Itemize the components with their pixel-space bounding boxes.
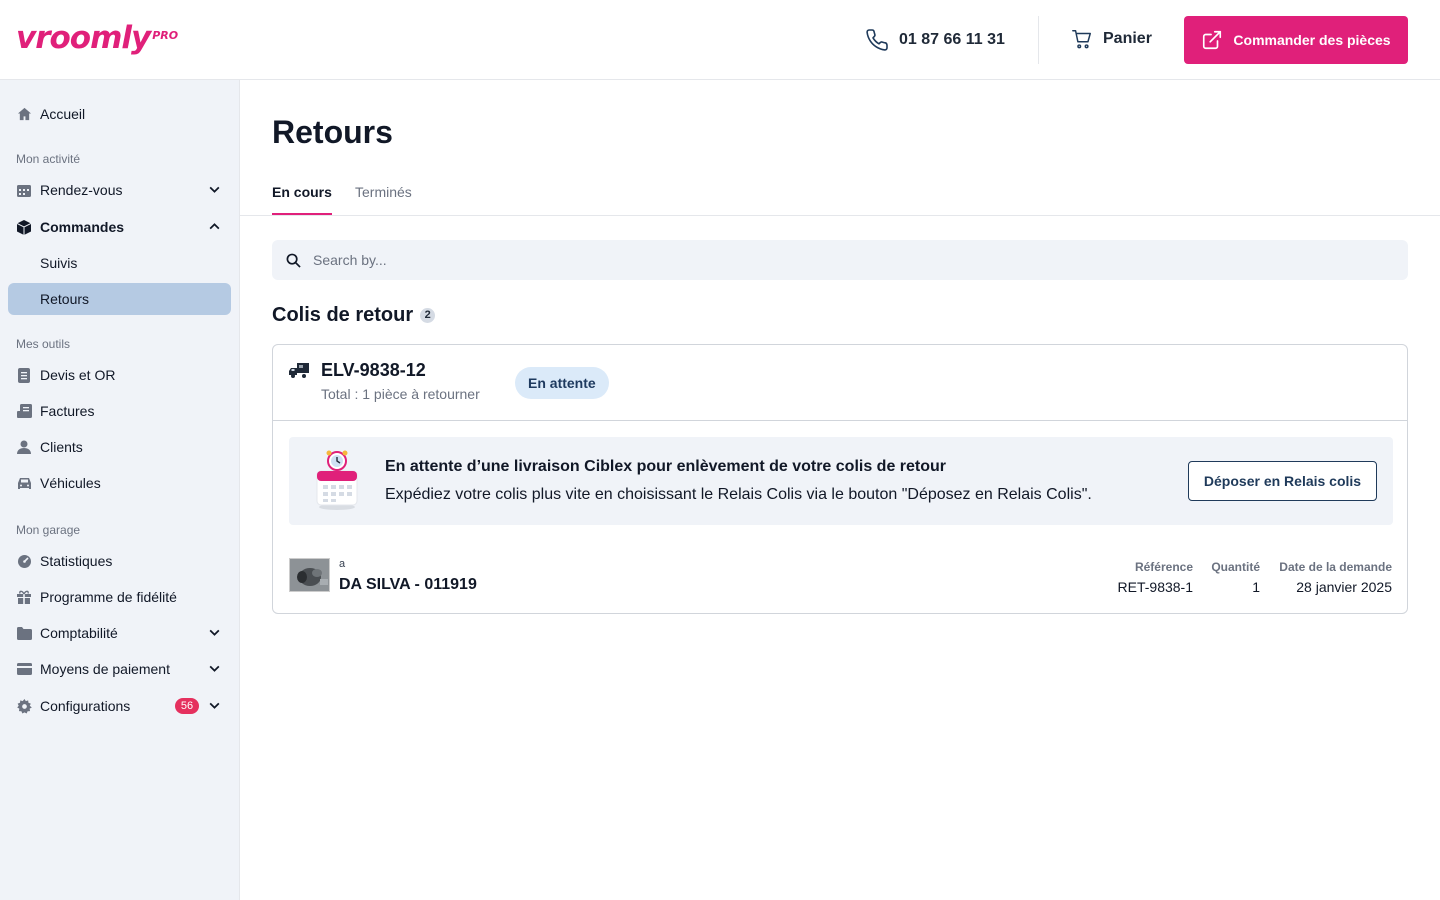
section-label-tools: Mes outils [16,337,71,351]
search-input[interactable] [313,252,1313,268]
request-date-value: 28 janvier 2025 [1296,579,1392,595]
order-parts-label: Commander des pièces [1233,32,1391,48]
document-icon [16,367,32,383]
sidebar-item-label: Retours [40,291,90,307]
quantity-column: Quantité 1 [1203,560,1260,595]
cart-label: Panier [1103,30,1152,47]
page-title: Retours [272,114,393,150]
sidebar-item-appointments[interactable]: Rendez-vous [8,174,231,206]
gauge-icon [16,553,32,569]
tabs-divider [240,215,1440,216]
sidebar-item-label: Accueil [40,106,86,122]
tab-finished[interactable]: Terminés [355,184,412,200]
pickup-info-title: En attente d’une livraison Ciblex pour e… [385,458,947,475]
sidebar-item-label: Rendez-vous [40,182,123,198]
status-badge: En attente [515,367,609,399]
calendar-icon [16,182,32,198]
gift-icon [16,589,32,605]
invoice-icon [16,403,32,419]
chevron-down-icon [208,699,221,715]
sidebar: Accueil Mon activité Rendez-vous Command… [0,80,240,900]
sidebar-item-label: Commandes [40,219,125,235]
sidebar-item-label: Statistiques [40,553,113,569]
returns-section-title: Colis de retour 2 [272,304,436,327]
sidebar-item-clients[interactable]: Clients [8,431,231,463]
sidebar-item-returns[interactable]: Retours [8,283,231,315]
sidebar-item-quotes[interactable]: Devis et OR [8,359,231,391]
top-header: vroomly PRO 01 87 66 11 31 Panier Comman… [0,0,1440,80]
sidebar-item-label: Moyens de paiement [40,661,170,677]
calendar-clock-icon [313,449,361,518]
request-date-column: Date de la demande 28 janvier 2025 [1269,560,1392,595]
cart-icon [1072,30,1091,49]
home-icon [16,106,32,122]
part-thumbnail [289,558,330,592]
sidebar-item-label: Devis et OR [40,367,116,383]
sidebar-item-label: Comptabilité [40,625,118,641]
parcel-id: ELV-9838-12 [321,360,426,380]
user-icon [16,439,32,455]
parcel-total: Total : 1 pièce à retourner [321,386,480,402]
reference-column: Référence RET-9838-1 [1113,560,1193,595]
section-label-garage: Mon garage [16,523,81,537]
sidebar-item-vehicles[interactable]: Véhicules [8,467,231,499]
order-parts-button[interactable]: Commander des pièces [1184,16,1408,64]
chevron-down-icon [208,626,221,642]
count-badge: 2 [420,308,436,323]
logo-word: vroomly [16,20,151,56]
pickup-info-box: En attente d’une livraison Ciblex pour e… [289,437,1393,525]
reference-header: Référence [1134,560,1193,574]
chevron-down-icon [208,662,221,678]
sidebar-item-invoices[interactable]: Factures [8,395,231,427]
sidebar-item-tracking[interactable]: Suivis [8,247,231,279]
sidebar-item-config[interactable]: Configurations 56 [8,690,231,722]
box-icon [16,219,32,235]
sidebar-item-home[interactable]: Accueil [8,98,231,130]
sidebar-item-loyalty[interactable]: Programme de fidélité [8,581,231,613]
sidebar-item-stats[interactable]: Statistiques [8,545,231,577]
reference-value: RET-9838-1 [1117,579,1193,595]
sidebar-item-accounting[interactable]: Comptabilité [8,617,231,649]
car-icon [16,475,32,491]
part-label-small: a [339,558,346,570]
gear-icon [16,698,32,714]
sidebar-item-label: Programme de fidélité [40,589,177,605]
section-label-activity: Mon activité [16,152,81,166]
pickup-info-text: Expédiez votre colis plus vite en choisi… [385,486,1092,503]
parcel-truck-icon [289,363,311,384]
header-divider [1038,16,1039,64]
search-icon [286,253,301,268]
card-divider [273,420,1407,421]
phone-link[interactable]: 01 87 66 11 31 [865,28,1005,52]
search-bar [272,240,1408,280]
return-parcel-card: ELV-9838-12 Total : 1 pièce à retourner … [272,344,1408,614]
sidebar-item-label: Clients [40,439,83,455]
vroomly-logo[interactable]: vroomly PRO [16,18,178,58]
request-date-header: Date de la demande [1279,560,1392,574]
credit-card-icon [16,661,32,677]
sidebar-item-label: Configurations [40,698,131,714]
sidebar-item-orders[interactable]: Commandes [8,211,231,243]
folder-icon [16,625,32,641]
notification-badge: 56 [175,698,199,714]
external-link-icon [1203,30,1222,50]
chevron-down-icon [208,183,221,199]
section-title-text: Colis de retour [272,304,414,326]
sidebar-item-label: Suivis [40,255,78,271]
chevron-up-icon [208,220,221,236]
cart-link[interactable]: Panier [1071,28,1152,50]
relay-colis-button[interactable]: Déposer en Relais colis [1188,461,1377,501]
sidebar-item-label: Factures [40,403,95,419]
quantity-value: 1 [1252,579,1260,595]
tab-in-progress[interactable]: En cours [272,184,332,215]
phone-icon [866,29,888,51]
phone-number: 01 87 66 11 31 [899,31,1005,48]
part-name: DA SILVA - 011919 [339,576,477,593]
sidebar-item-label: Véhicules [40,475,101,491]
quantity-header: Quantité [1211,560,1260,574]
sidebar-item-payment[interactable]: Moyens de paiement [8,653,231,685]
logo-pro-suffix: PRO [152,29,179,42]
